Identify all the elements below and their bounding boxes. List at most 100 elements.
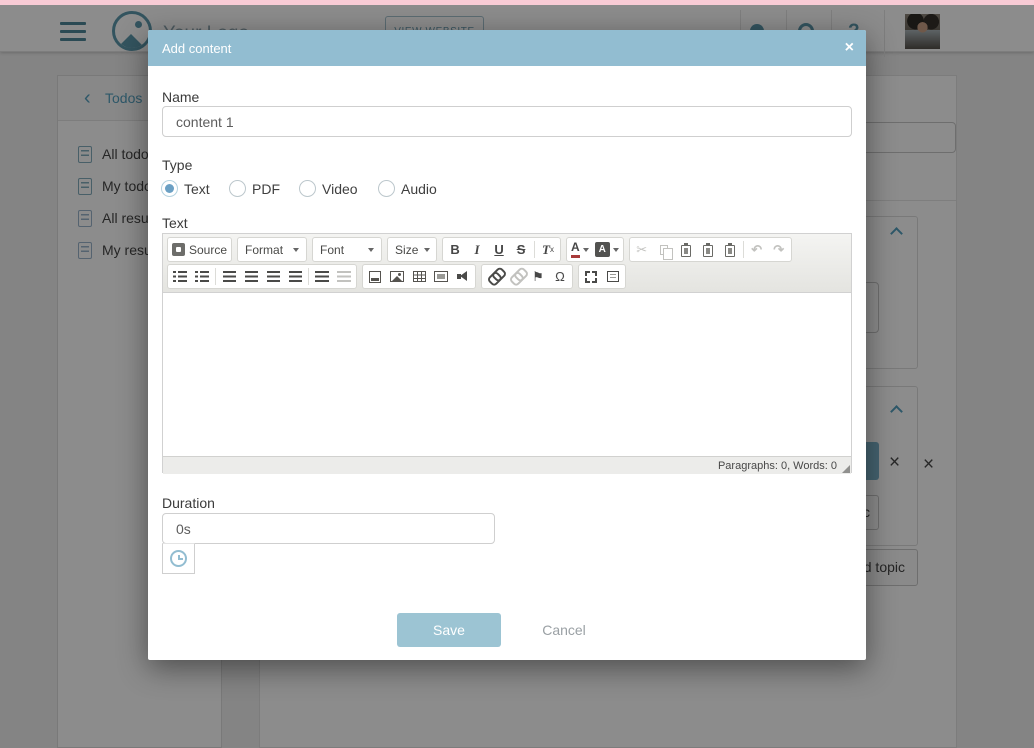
- text-color-icon: A: [571, 241, 580, 258]
- paste-word-icon: [724, 242, 735, 257]
- outdent-icon: [337, 271, 351, 282]
- div-container-button[interactable]: [364, 266, 386, 287]
- flag-icon: ⚑: [532, 269, 544, 284]
- background-color-button[interactable]: A: [592, 239, 622, 260]
- justify-icon: [288, 271, 302, 282]
- size-dropdown[interactable]: Size: [389, 239, 435, 260]
- type-label: Type: [162, 157, 193, 173]
- paste-text-icon: [702, 242, 713, 257]
- close-icon[interactable]: ×: [845, 39, 854, 57]
- link-button[interactable]: [483, 266, 505, 287]
- paste-from-word-button[interactable]: [719, 239, 741, 260]
- bulleted-list-icon: [195, 271, 209, 282]
- bulleted-list-button[interactable]: [191, 266, 213, 287]
- table-icon: [412, 271, 426, 282]
- resize-grip-icon[interactable]: [842, 465, 850, 473]
- radio-video[interactable]: Video: [299, 180, 358, 197]
- anchor-button[interactable]: ⚑: [527, 266, 549, 287]
- clock-icon: [170, 550, 187, 567]
- radio-text[interactable]: Text: [161, 180, 210, 197]
- link-icon: [485, 268, 503, 286]
- div-container-icon: [369, 270, 381, 283]
- radio-icon: [161, 180, 178, 197]
- chevron-down-icon: [612, 247, 619, 252]
- unlink-icon: [507, 268, 525, 286]
- image-icon: [390, 271, 404, 282]
- modal-title: Add content: [162, 40, 232, 56]
- indent-icon: [315, 271, 329, 282]
- word-count: Paragraphs: 0, Words: 0: [717, 459, 837, 472]
- duration-label: Duration: [162, 495, 215, 511]
- cut-button: ✂: [631, 239, 653, 260]
- text-color-button[interactable]: A: [568, 239, 592, 260]
- text-label: Text: [162, 215, 188, 231]
- chevron-down-icon: [424, 247, 431, 252]
- numbered-list-icon: [173, 271, 187, 282]
- editor-text-area[interactable]: [163, 293, 851, 456]
- audio-button[interactable]: [452, 266, 474, 287]
- remove-format-button[interactable]: Tx: [537, 239, 559, 260]
- save-button[interactable]: Save: [397, 613, 501, 647]
- name-label: Name: [162, 89, 200, 105]
- align-center-button[interactable]: [240, 266, 262, 287]
- chevron-down-icon: [582, 247, 589, 252]
- background-color-icon: A: [594, 242, 610, 257]
- radio-icon: [229, 180, 246, 197]
- editor-toolbar: Source Format Font Size B I U S T x A A …: [163, 234, 851, 293]
- justify-button[interactable]: [284, 266, 306, 287]
- duration-input[interactable]: [162, 513, 495, 544]
- app-root: Your Logo VIEW WEBSITE ? ‹ Todos All tod…: [0, 0, 1034, 748]
- duration-picker-button[interactable]: [162, 543, 195, 574]
- undo-button: ↶: [746, 239, 768, 260]
- format-dropdown[interactable]: Format: [239, 239, 305, 260]
- unlink-button: [505, 266, 527, 287]
- radio-audio[interactable]: Audio: [378, 180, 437, 197]
- table-button[interactable]: [408, 266, 430, 287]
- align-left-button[interactable]: [218, 266, 240, 287]
- undo-icon: ↶: [751, 242, 763, 257]
- environment-banner: [0, 0, 1034, 5]
- show-blocks-icon: [607, 271, 619, 282]
- name-input[interactable]: [162, 106, 852, 137]
- show-blocks-button[interactable]: [602, 266, 624, 287]
- radio-icon: [299, 180, 316, 197]
- align-right-icon: [266, 271, 280, 282]
- align-left-icon: [222, 271, 236, 282]
- editor-status-bar: Paragraphs: 0, Words: 0: [163, 456, 851, 474]
- cancel-button[interactable]: Cancel: [512, 613, 616, 647]
- maximize-icon: [585, 270, 597, 283]
- outdent-button: [333, 266, 355, 287]
- paste-plain-text-button[interactable]: [697, 239, 719, 260]
- source-button[interactable]: Source: [169, 239, 230, 260]
- align-center-icon: [244, 271, 258, 282]
- underline-button[interactable]: U: [488, 239, 510, 260]
- special-character-button[interactable]: Ω: [549, 266, 571, 287]
- bold-button[interactable]: B: [444, 239, 466, 260]
- speaker-icon: [457, 271, 469, 282]
- indent-button[interactable]: [311, 266, 333, 287]
- source-icon: [172, 243, 185, 256]
- copy-icon: [659, 244, 673, 260]
- scissors-icon: ✂: [636, 242, 648, 257]
- chevron-down-icon: [368, 247, 375, 252]
- paste-button[interactable]: [675, 239, 697, 260]
- redo-button: ↷: [768, 239, 790, 260]
- numbered-list-button[interactable]: [169, 266, 191, 287]
- radio-pdf[interactable]: PDF: [229, 180, 280, 197]
- image-button[interactable]: [386, 266, 408, 287]
- iframe-button[interactable]: [430, 266, 452, 287]
- paste-icon: [680, 242, 691, 257]
- iframe-icon: [434, 271, 448, 282]
- redo-icon: ↷: [773, 242, 785, 257]
- copy-button: [653, 239, 675, 260]
- radio-icon: [378, 180, 395, 197]
- font-dropdown[interactable]: Font: [314, 239, 380, 260]
- maximize-button[interactable]: [580, 266, 602, 287]
- align-right-button[interactable]: [262, 266, 284, 287]
- rich-text-editor: Source Format Font Size B I U S T x A A …: [162, 233, 852, 474]
- italic-button[interactable]: I: [466, 239, 488, 260]
- add-content-modal: Add content × Name Type Text PDF Video A…: [148, 30, 866, 660]
- strikethrough-button[interactable]: S: [510, 239, 532, 260]
- omega-icon: Ω: [555, 269, 565, 284]
- modal-header: Add content ×: [148, 30, 866, 66]
